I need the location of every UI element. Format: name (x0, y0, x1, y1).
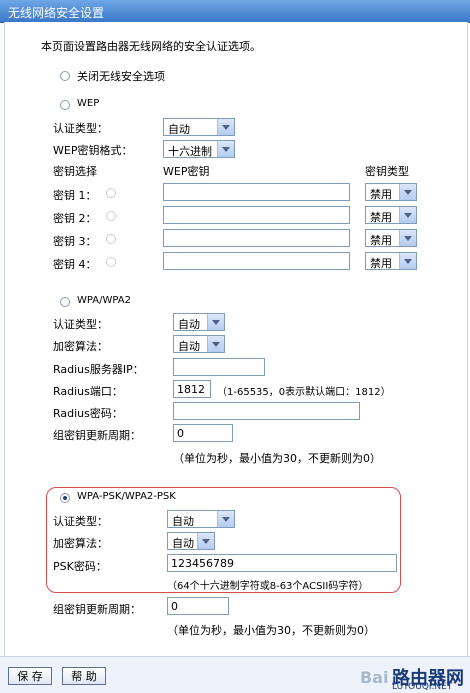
chevron-down-icon (399, 230, 416, 246)
wep-key-2-type-value: 禁用 (370, 211, 392, 224)
wpa-encrypt-label: 加密算法： (53, 340, 108, 353)
psk-group-key-value: 0 (171, 600, 178, 613)
watermark-baidu: Bai (360, 668, 389, 687)
wep-key-4-input[interactable] (163, 252, 350, 270)
wep-key-4-type-value: 禁用 (370, 257, 392, 270)
option-wpa-label: WPA/WPA2 (77, 295, 131, 306)
chevron-down-icon (399, 207, 416, 223)
wep-key-4-label: 密钥 4： (53, 258, 97, 271)
radius-port-hint: （1-65535，0表示默认端口：1812） (217, 387, 391, 398)
chevron-down-icon (207, 314, 224, 330)
wpa-group-key-hint: （单位为秒，最小值为30，不更新则为0） (173, 452, 381, 465)
wep-key-2-type-select[interactable]: 禁用 (365, 206, 417, 224)
radio-security-off[interactable] (60, 71, 70, 81)
radio-wep-key-2[interactable] (106, 211, 116, 221)
help-button[interactable]: 帮 助 (62, 667, 106, 685)
wpa-encrypt-value: 自动 (178, 340, 200, 353)
wep-auth-type-label: 认证类型： (53, 122, 108, 135)
radius-ip-input[interactable] (173, 358, 265, 376)
option-off-label: 关闭无线安全选项 (77, 70, 165, 83)
highlight-box (46, 487, 401, 593)
radius-port-label: Radius端口： (53, 385, 123, 398)
wep-key-3-label: 密钥 3： (53, 235, 97, 248)
window-title: 无线网络安全设置 (8, 6, 105, 20)
wep-key-3-type-value: 禁用 (370, 234, 392, 247)
wep-key-1-label: 密钥 1： (53, 189, 97, 202)
psk-group-key-input[interactable]: 0 (167, 597, 229, 615)
radio-wep[interactable] (60, 100, 70, 110)
wpa-auth-type-value: 自动 (178, 318, 200, 331)
wpa-group-key-input[interactable]: 0 (173, 424, 233, 442)
wep-key-1-input[interactable] (163, 183, 350, 201)
radio-wpa[interactable] (60, 297, 70, 307)
radio-wep-key-4[interactable] (106, 257, 116, 267)
psk-group-key-label: 组密钥更新周期： (53, 603, 141, 616)
wep-key-2-label: 密钥 2： (53, 212, 97, 225)
wep-key-format-value: 十六进制 (168, 145, 212, 158)
watermark-url: LUYOUQI.NET (392, 682, 453, 692)
wep-key-3-input[interactable] (163, 229, 350, 247)
wep-key-1-type-select[interactable]: 禁用 (365, 183, 417, 201)
radius-password-label: Radius密码： (53, 407, 123, 420)
radius-port-value: 1812 (177, 383, 205, 396)
wep-key-2-input[interactable] (163, 206, 350, 224)
radius-port-input[interactable]: 1812 (173, 380, 211, 398)
psk-group-key-hint: （单位为秒，最小值为30，不更新则为0） (167, 624, 375, 637)
wep-key-3-type-select[interactable]: 禁用 (365, 229, 417, 247)
intro-text: 本页面设置路由器无线网络的安全认证选项。 (41, 40, 261, 53)
radius-password-input[interactable] (173, 402, 360, 420)
radius-ip-label: Radius服务器IP： (53, 363, 144, 376)
save-button[interactable]: 保 存 (8, 667, 52, 685)
wep-col-key: WEP密钥 (163, 165, 210, 178)
wep-key-4-type-select[interactable]: 禁用 (365, 252, 417, 270)
chevron-down-icon (217, 119, 234, 135)
wpa-auth-type-select[interactable]: 自动 (173, 313, 225, 331)
option-wep-label: WEP (77, 98, 100, 109)
wep-auth-type-select[interactable]: 自动 (163, 118, 235, 136)
wpa-group-key-value: 0 (177, 427, 184, 440)
chevron-down-icon (207, 336, 224, 352)
wep-col-select: 密钥选择 (53, 165, 97, 178)
chevron-down-icon (399, 184, 416, 200)
wpa-auth-type-label: 认证类型： (53, 318, 108, 331)
wep-key-1-type-value: 禁用 (370, 188, 392, 201)
wpa-group-key-label: 组密钥更新周期： (53, 429, 141, 442)
wpa-encrypt-select[interactable]: 自动 (173, 335, 225, 353)
wep-auth-type-value: 自动 (168, 123, 190, 136)
radio-wep-key-3[interactable] (106, 234, 116, 244)
wep-col-type: 密钥类型 (365, 165, 409, 178)
wep-key-format-select[interactable]: 十六进制 (163, 140, 235, 158)
chevron-down-icon (399, 253, 416, 269)
title-bar: 无线网络安全设置 (0, 0, 470, 23)
wep-key-format-label: WEP密钥格式： (53, 144, 133, 157)
chevron-down-icon (217, 141, 234, 157)
radio-wep-key-1[interactable] (106, 188, 116, 198)
